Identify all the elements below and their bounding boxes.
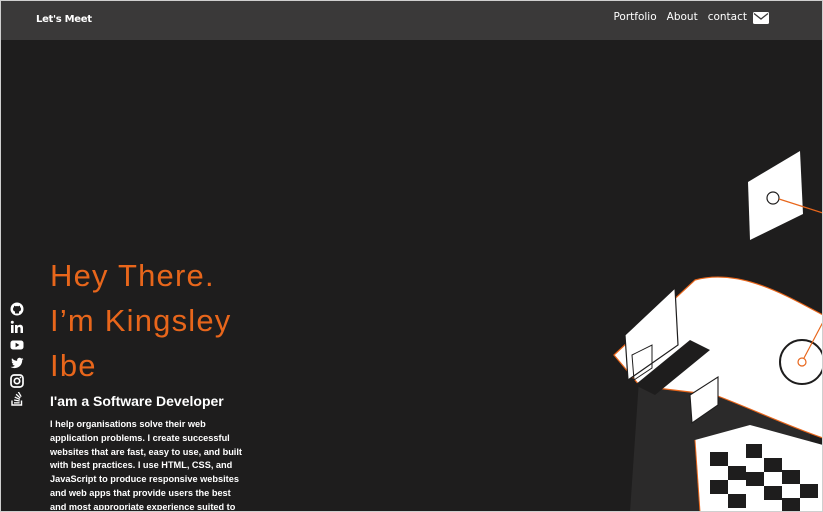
hero-subtitle: I'am a Software Developer xyxy=(50,393,224,409)
nav-about-link[interactable]: About xyxy=(667,11,698,23)
nav-portfolio-link[interactable]: Portfolio xyxy=(613,11,656,23)
stackoverflow-icon[interactable] xyxy=(10,392,24,406)
brand-logo[interactable]: Let's Meet xyxy=(36,14,92,25)
social-links xyxy=(10,302,24,410)
top-navbar: Let's Meet Portfolio About contact xyxy=(1,1,822,40)
nav-contact-link[interactable]: contact xyxy=(708,11,747,23)
mail-icon[interactable] xyxy=(753,12,769,24)
linkedin-icon[interactable] xyxy=(10,320,24,334)
hero-title-line-3: Ibe xyxy=(50,348,97,383)
twitter-icon[interactable] xyxy=(10,356,24,370)
hero-description: I help organisations solve their web app… xyxy=(50,419,242,510)
hero-title-line-1: Hey There. xyxy=(50,258,215,293)
youtube-icon[interactable] xyxy=(10,338,24,352)
decorative-illustration xyxy=(613,151,823,512)
instagram-icon[interactable] xyxy=(10,374,24,388)
github-icon[interactable] xyxy=(10,302,24,316)
nav-links: Portfolio About contact xyxy=(603,11,747,23)
hero-title: Hey There. I’m Kingsley Ibe xyxy=(50,253,232,388)
hero-title-line-2: I’m Kingsley xyxy=(50,303,232,338)
